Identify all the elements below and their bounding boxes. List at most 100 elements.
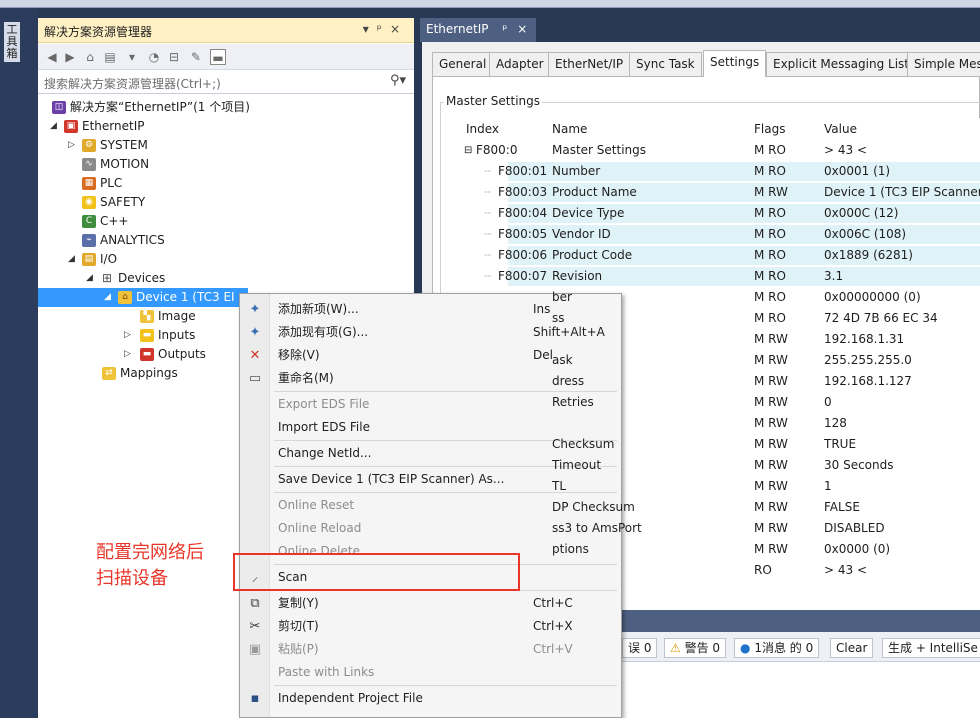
settings-row[interactable]: ┈ F800:06 Product Code M RO 0x1889 (6281): [448, 245, 980, 266]
tab-explicit-messaging-list[interactable]: Explicit Messaging List: [766, 52, 916, 77]
menu-item-t[interactable]: ✂ 剪切(T) Ctrl+X: [240, 615, 621, 638]
collapse-icon[interactable]: ⊟: [464, 140, 472, 161]
mappings-icon: ⇄: [102, 367, 116, 380]
collapse-arrow-icon[interactable]: ◢: [50, 117, 60, 136]
clear-button[interactable]: Clear: [830, 638, 874, 658]
tab-sync-task[interactable]: Sync Task: [629, 52, 702, 77]
cell-name: ptions: [552, 542, 589, 556]
cell-name: Timeout: [552, 458, 602, 472]
expand-arrow-icon[interactable]: ▷: [124, 326, 134, 345]
search-input[interactable]: 搜索解决方案资源管理器(Ctrl+;): [44, 75, 221, 92]
cell-flags: M RW: [754, 479, 788, 493]
menu-item-label: Import EDS File: [278, 420, 370, 434]
cell-value: FALSE: [824, 500, 860, 514]
paste-icon: ▣: [248, 642, 262, 657]
expand-arrow-icon[interactable]: ▷: [124, 345, 134, 364]
master-settings-legend: Master Settings: [444, 94, 543, 108]
menu-item-label: Online Reset: [278, 498, 355, 512]
cell-name: Master Settings: [552, 143, 647, 157]
menu-item-p: ▣ 粘贴(P) Ctrl+V: [240, 638, 621, 661]
search-icon[interactable]: ⚲▾: [390, 73, 406, 88]
cut-icon: ✂: [249, 619, 261, 634]
cell-value: 0: [824, 395, 832, 409]
cell-value: > 43 <: [824, 563, 868, 577]
column-header-flags[interactable]: Flags: [754, 118, 785, 140]
tab-simple-mes[interactable]: Simple Mes: [907, 52, 980, 77]
settings-row[interactable]: ┈ F800:04 Device Type M RO 0x000C (12): [448, 203, 980, 224]
add-new-item-icon: ✦: [249, 302, 261, 317]
tree-line: ┈: [484, 269, 492, 283]
cell-value: 0x0000 (0): [824, 542, 891, 556]
tab-adapter[interactable]: Adapter: [489, 52, 551, 77]
build-intellisense-dropdown[interactable]: 生成 + IntelliSe: [882, 638, 980, 658]
cell-index: F800:07: [498, 269, 548, 283]
warnings-count: 警告 0: [684, 641, 721, 655]
copy-icon: ⧉: [250, 596, 260, 611]
tree-line: ┈: [484, 164, 492, 178]
close-icon[interactable]: ×: [517, 22, 527, 36]
menu-item-paste-with-links: Paste with Links: [240, 661, 621, 684]
messages-count: 1消息 的 0: [754, 641, 814, 655]
document-tab-title: EthernetIP: [426, 22, 489, 36]
toolbox-tab[interactable]: 工具箱: [4, 22, 20, 62]
column-header-index[interactable]: Index: [466, 118, 499, 140]
save-icon: ▪: [250, 691, 260, 706]
cell-flags: M RO: [754, 206, 786, 220]
column-header-name[interactable]: Name: [552, 118, 587, 140]
cell-name: ss: [552, 311, 565, 325]
pending-changes-icon[interactable]: ◔: [146, 49, 162, 65]
plc-icon: ▦: [82, 177, 96, 190]
collapse-arrow-icon[interactable]: ◢: [68, 250, 78, 269]
title-bar-buttons[interactable]: ▾ᵖ×: [363, 22, 408, 36]
dropdown-arrow-icon[interactable]: ▾: [363, 22, 377, 36]
tree-item-device1-selected[interactable]: ◢ ⌂ Device 1 (TC3 EI: [38, 288, 248, 307]
pin-icon[interactable]: ᵖ: [377, 22, 390, 36]
settings-row[interactable]: ┈ F800:01 Number M RO 0x0001 (1): [448, 161, 980, 182]
solution-explorer-title-bar: 解决方案资源管理器 ▾ᵖ×: [38, 18, 414, 43]
solution-search-box[interactable]: 搜索解决方案资源管理器(Ctrl+;) ⚲▾: [38, 70, 414, 94]
pin-icon[interactable]: ᵖ: [502, 22, 507, 36]
errors-filter-button[interactable]: 误 0: [622, 638, 658, 658]
cell-flags: M RW: [754, 458, 788, 472]
scan-highlight-box: [233, 553, 520, 591]
settings-row[interactable]: ⊟ F800:0 Master Settings M RO > 43 <: [448, 140, 980, 161]
menu-item-label: Save Device 1 (TC3 EIP Scanner) As...: [278, 472, 505, 486]
back-icon[interactable]: ◀: [44, 49, 60, 65]
menu-item-y[interactable]: ⧉ 复制(Y) Ctrl+C: [240, 592, 621, 615]
expand-arrow-icon[interactable]: ▷: [68, 136, 78, 155]
properties-wrench-icon[interactable]: ✎: [188, 49, 204, 65]
chevron-down-icon[interactable]: ▾: [124, 49, 140, 65]
cell-flags: RO: [754, 563, 772, 577]
warnings-filter-button[interactable]: ⚠ 警告 0: [664, 638, 727, 658]
forward-icon[interactable]: ▶: [62, 49, 78, 65]
collapse-all-icon[interactable]: ⊟: [166, 49, 182, 65]
menu-item-independent-project-file[interactable]: ▪ Independent Project File: [240, 687, 621, 710]
cell-value: TRUE: [824, 437, 857, 451]
menu-item-shortcut: Shift+Alt+A: [533, 325, 605, 339]
close-icon[interactable]: ×: [390, 22, 408, 36]
tab-general[interactable]: General: [432, 52, 494, 77]
cell-flags: M RO: [754, 227, 786, 241]
cell-value: 0x000C (12): [824, 206, 899, 220]
cell-index: F800:01: [498, 164, 548, 178]
switch-views-icon[interactable]: ▤: [102, 49, 118, 65]
column-header-value[interactable]: Value: [824, 118, 857, 140]
menu-item-label: 添加新项(W)...: [278, 302, 359, 316]
menu-item-label: Export EDS File: [278, 397, 370, 411]
collapse-arrow-icon[interactable]: ◢: [86, 269, 96, 288]
settings-row[interactable]: ┈ F800:05 Vendor ID M RO 0x006C (108): [448, 224, 980, 245]
tab-ethernetip[interactable]: EthernetIP ᵖ ×: [420, 18, 536, 42]
settings-row[interactable]: ┈ F800:03 Product Name M RW Device 1 (TC3 EI…: [448, 182, 980, 203]
home-icon[interactable]: ⌂: [82, 49, 98, 65]
settings-row[interactable]: ┈ F800:07 Revision M RO 3.1: [448, 266, 980, 287]
menu-item-label: 复制(Y): [278, 596, 319, 610]
top-toolbar-strip: [0, 0, 980, 8]
messages-filter-button[interactable]: ● 1消息 的 0: [734, 638, 820, 658]
project-icon: ▣: [64, 120, 78, 133]
preview-icon[interactable]: ▬: [210, 49, 226, 65]
collapse-arrow-icon[interactable]: ◢: [104, 288, 114, 307]
tab-ethernet-ip[interactable]: EtherNet/IP: [548, 52, 631, 77]
annotation-line-2: 扫描设备: [96, 568, 168, 589]
tab-settings[interactable]: Settings: [703, 50, 767, 77]
device-icon: ⌂: [118, 291, 132, 304]
